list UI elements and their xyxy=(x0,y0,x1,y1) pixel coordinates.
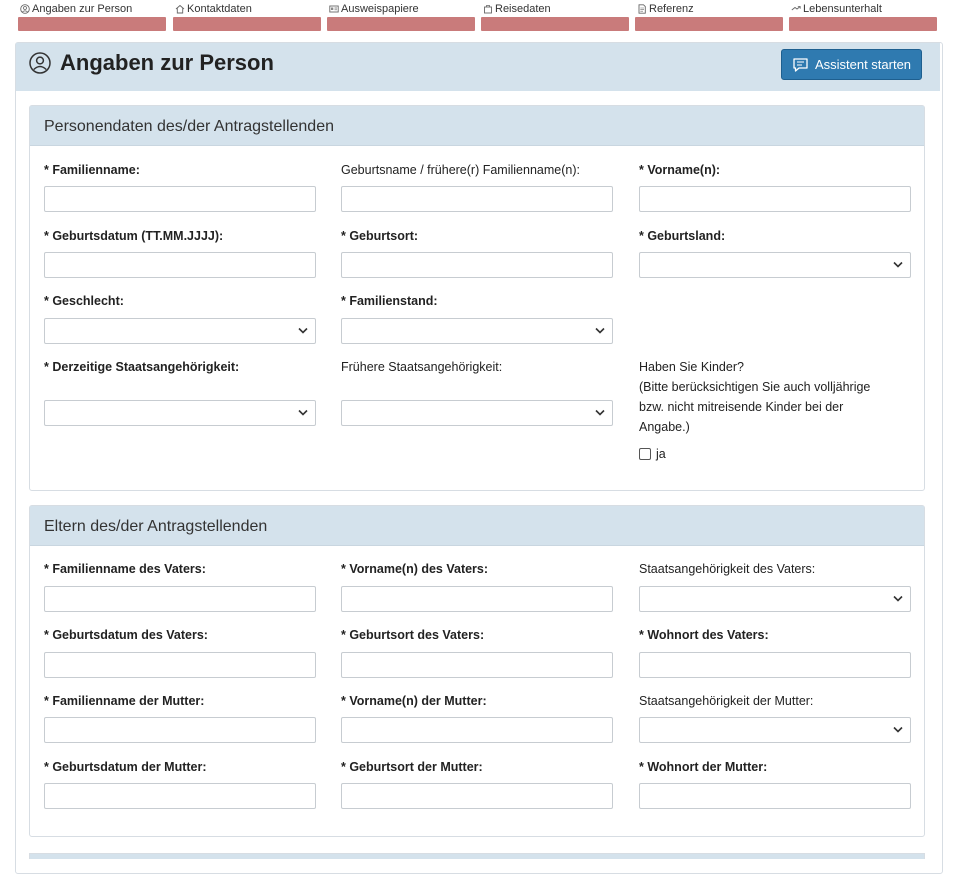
mutter-geburtsort-label: * Geburtsort der Mutter: xyxy=(341,760,483,774)
step-progress-bar xyxy=(18,17,166,31)
kinder-ja-checkbox[interactable] xyxy=(639,448,651,460)
mutter-wohnort-input[interactable] xyxy=(639,783,911,809)
user-circle-icon xyxy=(29,52,51,74)
vater-vorname-label: * Vorname(n) des Vaters: xyxy=(341,562,489,576)
assistant-start-button[interactable]: Assistent starten xyxy=(781,49,922,80)
vater-geburtsdatum-label: * Geburtsdatum des Vaters: xyxy=(44,628,208,642)
chevron-down-icon xyxy=(595,409,605,416)
geburtsname-input[interactable] xyxy=(341,186,613,212)
vater-geburtsort-input[interactable] xyxy=(341,652,613,678)
step-progress-bar xyxy=(173,17,321,31)
step-text: Lebensunterhalt xyxy=(803,3,882,15)
vorname-input[interactable] xyxy=(639,186,911,212)
vorname-label: * Vorname(n): xyxy=(639,163,721,177)
step-label: Kontaktdaten xyxy=(175,3,252,15)
step-text: Angaben zur Person xyxy=(32,3,133,15)
vater-familienname-label: * Familienname des Vaters: xyxy=(44,562,206,576)
document-icon xyxy=(638,4,646,14)
step-text: Ausweispapiere xyxy=(341,3,419,15)
geschlecht-label: * Geschlecht: xyxy=(44,294,124,308)
step-label: Angaben zur Person xyxy=(20,3,132,15)
familienname-input[interactable] xyxy=(44,186,316,212)
money-icon xyxy=(791,6,801,11)
vater-geburtsort-label: * Geburtsort des Vaters: xyxy=(341,628,485,642)
step-ausweispapiere[interactable]: Ausweispapiere xyxy=(327,0,475,34)
kinder-ja-label: ja xyxy=(656,447,666,461)
step-lebensunterhalt[interactable]: Lebensunterhalt xyxy=(789,0,937,34)
geburtsname-label: Geburtsname / frühere(r) Familienname(n)… xyxy=(341,163,580,177)
chat-bubble-icon xyxy=(793,57,808,72)
staatsangehoerigkeit-select[interactable] xyxy=(44,400,316,426)
mutter-familienname-input[interactable] xyxy=(44,717,316,743)
mutter-familienname-label: * Familienname der Mutter: xyxy=(44,694,205,708)
page-title: Angaben zur Person xyxy=(60,50,274,75)
step-progress-bar xyxy=(789,17,937,31)
card-title: Personendaten des/der Antragstellenden xyxy=(44,118,334,135)
vater-staatsangehoerigkeit-label: Staatsangehörigkeit des Vaters: xyxy=(639,562,816,576)
step-referenz[interactable]: Referenz xyxy=(635,0,783,34)
step-label: Lebensunterhalt xyxy=(791,3,882,15)
step-label: Reisedaten xyxy=(483,3,551,15)
mutter-staatsangehoerigkeit-label: Staatsangehörigkeit der Mutter: xyxy=(639,694,814,708)
user-circle-icon xyxy=(20,4,30,14)
vater-wohnort-input[interactable] xyxy=(639,652,911,678)
staatsangehoerigkeit-label: * Derzeitige Staatsangehörigkeit: xyxy=(44,360,240,374)
mutter-staatsangehoerigkeit-select[interactable] xyxy=(639,717,911,743)
step-text: Kontaktdaten xyxy=(187,3,252,15)
fruehere-staatsangehoerigkeit-select[interactable] xyxy=(341,400,613,426)
assistant-button-label: Assistent starten xyxy=(814,57,912,72)
step-progress-bar xyxy=(327,17,475,31)
step-label: Referenz xyxy=(637,3,694,15)
card-title: Eltern des/der Antragstellenden xyxy=(44,518,268,535)
step-progress-bar xyxy=(481,17,629,31)
fruehere-staatsangehoerigkeit-label: Frühere Staatsangehörigkeit: xyxy=(341,360,503,374)
mutter-vorname-label: * Vorname(n) der Mutter: xyxy=(341,694,487,708)
vater-vorname-input[interactable] xyxy=(341,586,613,612)
geschlecht-select[interactable] xyxy=(44,318,316,344)
kinder-question-text: Haben Sie Kinder? xyxy=(639,360,744,374)
chevron-down-icon xyxy=(298,409,308,416)
vater-familienname-input[interactable] xyxy=(44,586,316,612)
step-text: Reisedaten xyxy=(495,3,551,15)
card-header: Personendaten des/der Antragstellenden xyxy=(30,106,924,146)
familienname-label: * Familienname: xyxy=(44,163,140,177)
vater-staatsangehoerigkeit-select[interactable] xyxy=(639,586,911,612)
chevron-down-icon xyxy=(893,726,903,733)
geburtsland-label: * Geburtsland: xyxy=(639,229,726,243)
step-reisedaten[interactable]: Reisedaten xyxy=(481,0,629,34)
kinder-note-line: Angabe.) xyxy=(639,420,690,434)
kinder-note-line: bzw. nicht mitreisende Kinder bei der xyxy=(639,400,844,414)
kinder-note-line: (Bitte berücksichtigen Sie auch volljähr… xyxy=(639,380,871,394)
chevron-down-icon xyxy=(893,595,903,602)
familienstand-label: * Familienstand: xyxy=(341,294,438,308)
kinder-question: Haben Sie Kinder? (Bitte berücksichtigen… xyxy=(639,357,909,437)
step-label: Ausweispapiere xyxy=(329,3,419,15)
id-card-icon xyxy=(329,5,339,13)
mutter-geburtsort-input[interactable] xyxy=(341,783,613,809)
luggage-icon xyxy=(484,5,492,14)
geburtsort-label: * Geburtsort: xyxy=(341,229,419,243)
step-angaben-zur-person[interactable]: Angaben zur Person xyxy=(18,0,166,34)
home-icon xyxy=(175,4,185,14)
step-progress-bar xyxy=(635,17,783,31)
chevron-down-icon xyxy=(595,327,605,334)
chevron-down-icon xyxy=(893,261,903,268)
next-card-edge xyxy=(29,853,925,859)
mutter-geburtsdatum-input[interactable] xyxy=(44,783,316,809)
chevron-down-icon xyxy=(298,327,308,334)
mutter-vorname-input[interactable] xyxy=(341,717,613,743)
mutter-geburtsdatum-label: * Geburtsdatum der Mutter: xyxy=(44,760,207,774)
mutter-wohnort-label: * Wohnort der Mutter: xyxy=(639,760,768,774)
geburtsdatum-label: * Geburtsdatum (TT.MM.JJJJ): xyxy=(44,229,224,243)
card-header: Eltern des/der Antragstellenden xyxy=(30,506,924,546)
geburtsdatum-input[interactable] xyxy=(44,252,316,278)
familienstand-select[interactable] xyxy=(341,318,613,344)
vater-wohnort-label: * Wohnort des Vaters: xyxy=(639,628,769,642)
step-text: Referenz xyxy=(649,3,694,15)
geburtsland-select[interactable] xyxy=(639,252,911,278)
geburtsort-input[interactable] xyxy=(341,252,613,278)
vater-geburtsdatum-input[interactable] xyxy=(44,652,316,678)
step-kontaktdaten[interactable]: Kontaktdaten xyxy=(173,0,321,34)
